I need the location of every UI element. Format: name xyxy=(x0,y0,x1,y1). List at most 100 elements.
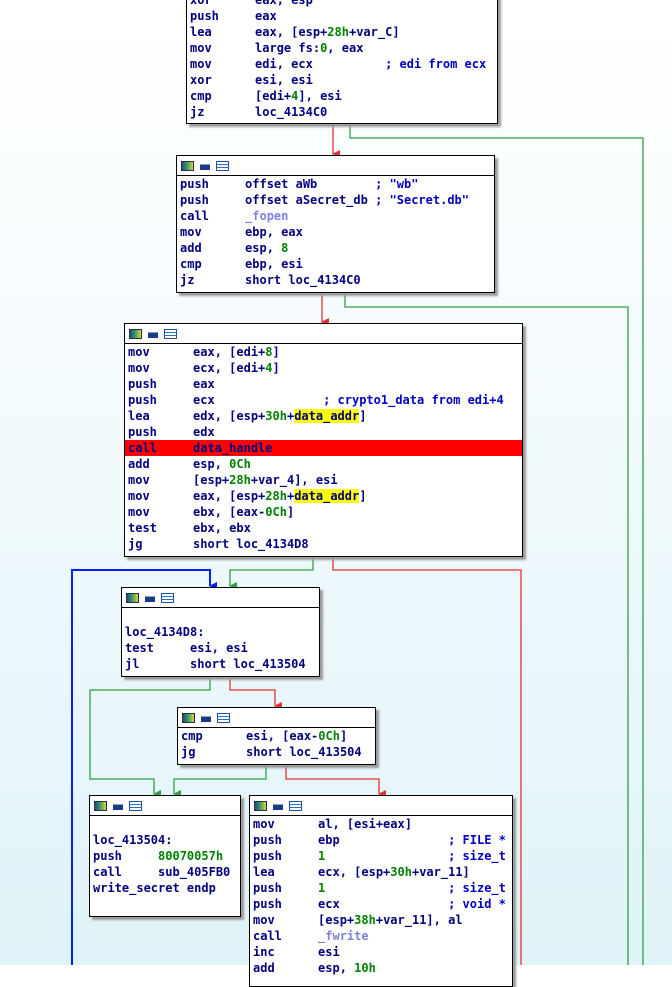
comment: ; FILE * xyxy=(339,833,506,847)
mnemonic: call xyxy=(253,929,319,943)
code-block-fopen[interactable]: push offset aWb ; "wb" push offset aSecre… xyxy=(176,155,495,293)
instruction-line[interactable]: call sub_405FB0 xyxy=(93,864,237,880)
mnemonic: cmp xyxy=(181,729,247,743)
instruction-line[interactable]: call _fwrite xyxy=(253,928,509,944)
instruction-line[interactable]: mov [esp+38h+var_11], al xyxy=(253,912,509,928)
edge-true xyxy=(229,556,314,590)
instruction-line[interactable]: jz short loc_4134C0 xyxy=(180,272,491,288)
code-block-loc-413504[interactable]: loc_413504: push 80070057h call sub_405FB0… xyxy=(89,795,241,917)
mnemonic: push xyxy=(253,849,319,863)
node-rename-icon[interactable] xyxy=(200,161,210,170)
code-label[interactable]: write_secret endp xyxy=(93,880,237,896)
instruction-line[interactable]: inc esi xyxy=(253,944,509,960)
graph-color-icon[interactable] xyxy=(94,800,107,811)
instruction-line[interactable]: cmp ebp, esi xyxy=(180,256,491,272)
graph-color-icon[interactable] xyxy=(126,592,139,603)
instruction-line[interactable]: push 1 ; size_t xyxy=(253,848,509,864)
mnemonic: add xyxy=(253,961,319,975)
graph-color-icon[interactable] xyxy=(182,712,195,723)
instruction-line[interactable]: jg short loc_4134D8 xyxy=(128,536,519,552)
comment: ; "wb" xyxy=(317,177,419,191)
operand: ] xyxy=(286,505,295,519)
instruction-line[interactable]: jg short loc_413504 xyxy=(181,744,372,760)
instruction-line[interactable]: test esi, esi xyxy=(125,640,316,656)
instruction-line[interactable]: lea eax, [esp+28h+var_C] xyxy=(190,24,494,40)
node-rename-icon[interactable] xyxy=(201,713,211,722)
instruction-line[interactable]: add esp, 8 xyxy=(180,240,491,256)
mnemonic: inc xyxy=(253,945,319,959)
node-text-icon[interactable] xyxy=(129,800,142,811)
comment: ; size_t xyxy=(325,849,506,863)
instruction-line[interactable]: call _fopen xyxy=(180,208,491,224)
mnemonic: call xyxy=(128,441,194,455)
instruction-line[interactable]: push 80070057h xyxy=(93,848,237,864)
instruction-line[interactable]: mov eax, [esp+28h+data_addr] xyxy=(128,488,519,504)
instruction-line[interactable]: push 1 ; size_t xyxy=(253,880,509,896)
instruction-line[interactable]: push offset aWb ; "wb" xyxy=(180,176,491,192)
instruction-line[interactable]: mov ebx, [eax-0Ch] xyxy=(128,504,519,520)
instruction-line[interactable]: mov ebp, eax xyxy=(180,224,491,240)
code-block-cmp[interactable]: cmp esi, [eax-0Ch] jg short loc_413504 xyxy=(177,707,376,765)
instruction-line[interactable]: mov al, [esi+eax] xyxy=(253,816,509,832)
instruction-line[interactable]: push edx xyxy=(128,424,519,440)
code-block-data-handle[interactable]: mov eax, [edi+8] mov ecx, [edi+4] push eax… xyxy=(124,323,523,557)
instruction-line[interactable]: push ebp ; FILE * xyxy=(253,832,509,848)
node-text-icon[interactable] xyxy=(216,160,229,171)
instruction-line[interactable]: push eax xyxy=(190,8,494,24)
code-label[interactable]: loc_4134D8: xyxy=(125,624,316,640)
instruction-line[interactable]: xor eax, esp xyxy=(190,0,494,8)
operand: esi xyxy=(318,945,340,959)
instruction-line[interactable]: mov eax, [edi+8] xyxy=(128,344,519,360)
instruction-line[interactable]: mov large fs:0, eax xyxy=(190,40,494,56)
instruction-line[interactable]: push ecx ; crypto1_data from edi+4 xyxy=(128,392,519,408)
instruction-line[interactable]: jz loc_4134C0 xyxy=(190,104,494,120)
instruction-line[interactable] xyxy=(125,608,316,624)
instruction-line[interactable]: mov edi, ecx ; edi from ecx xyxy=(190,56,494,72)
node-rename-icon[interactable] xyxy=(273,801,283,810)
mnemonic: push xyxy=(93,849,159,863)
operand: ecx xyxy=(193,393,215,407)
node-rename-icon[interactable] xyxy=(113,801,123,810)
edge-false xyxy=(285,764,386,798)
operand: loc_4134C0 xyxy=(255,105,328,119)
operand: eax xyxy=(255,9,277,23)
instruction-line[interactable]: lea ecx, [esp+30h+var_11] xyxy=(253,864,509,880)
node-text-icon[interactable] xyxy=(161,592,174,603)
instruction-line[interactable]: mov [esp+28h+var_4], esi xyxy=(128,472,519,488)
node-text-icon[interactable] xyxy=(164,328,177,339)
mnemonic: mov xyxy=(128,489,194,503)
node-rename-icon[interactable] xyxy=(145,593,155,602)
instruction-line[interactable]: add esp, 0Ch xyxy=(128,456,519,472)
operand: esi, esi xyxy=(190,641,248,655)
instruction-line[interactable]: push eax xyxy=(128,376,519,392)
operand: +var_11], al xyxy=(375,913,463,927)
instruction-line[interactable] xyxy=(93,816,237,832)
code-block-entry[interactable]: xor eax, esp push eax lea eax, [esp+28h+va… xyxy=(186,0,498,124)
operand: eax, [edi+ xyxy=(193,345,266,359)
graph-color-icon[interactable] xyxy=(129,328,142,339)
code-block-fwrite[interactable]: mov al, [esi+eax] push ebp ; FILE * push 1… xyxy=(249,795,513,987)
instruction-line[interactable]: xor esi, esi xyxy=(190,72,494,88)
comment: ; void * xyxy=(339,897,506,911)
instruction-line[interactable]: lea edx, [esp+30h+data_addr] xyxy=(128,408,519,424)
operand: eax, esp xyxy=(255,0,313,7)
code-label[interactable]: loc_413504: xyxy=(93,832,237,848)
instruction-line[interactable]: push ecx ; void * xyxy=(253,896,509,912)
node-text-icon[interactable] xyxy=(217,712,230,723)
operand: 10h xyxy=(354,961,376,975)
graph-color-icon[interactable] xyxy=(254,800,267,811)
instruction-line[interactable]: test ebx, ebx xyxy=(128,520,519,536)
operand: ebx, [eax- xyxy=(193,505,266,519)
node-text-icon[interactable] xyxy=(289,800,302,811)
instruction-line[interactable]: add esp, 10h xyxy=(253,960,509,976)
node-rename-icon[interactable] xyxy=(148,329,158,338)
instruction-line[interactable]: jl short loc_413504 xyxy=(125,656,316,672)
operand: ], esi xyxy=(298,89,342,103)
code-block-loc-4134d8[interactable]: loc_4134D8: test esi, esi jl short loc_413… xyxy=(121,587,320,677)
instruction-line[interactable]: cmp [edi+4], esi xyxy=(190,88,494,104)
instruction-line[interactable]: mov ecx, [edi+4] xyxy=(128,360,519,376)
instruction-line[interactable]: call data_handle xyxy=(125,440,522,456)
instruction-line[interactable]: cmp esi, [eax-0Ch] xyxy=(181,728,372,744)
instruction-line[interactable]: push offset aSecret_db ; "Secret.db" xyxy=(180,192,491,208)
graph-color-icon[interactable] xyxy=(181,160,194,171)
